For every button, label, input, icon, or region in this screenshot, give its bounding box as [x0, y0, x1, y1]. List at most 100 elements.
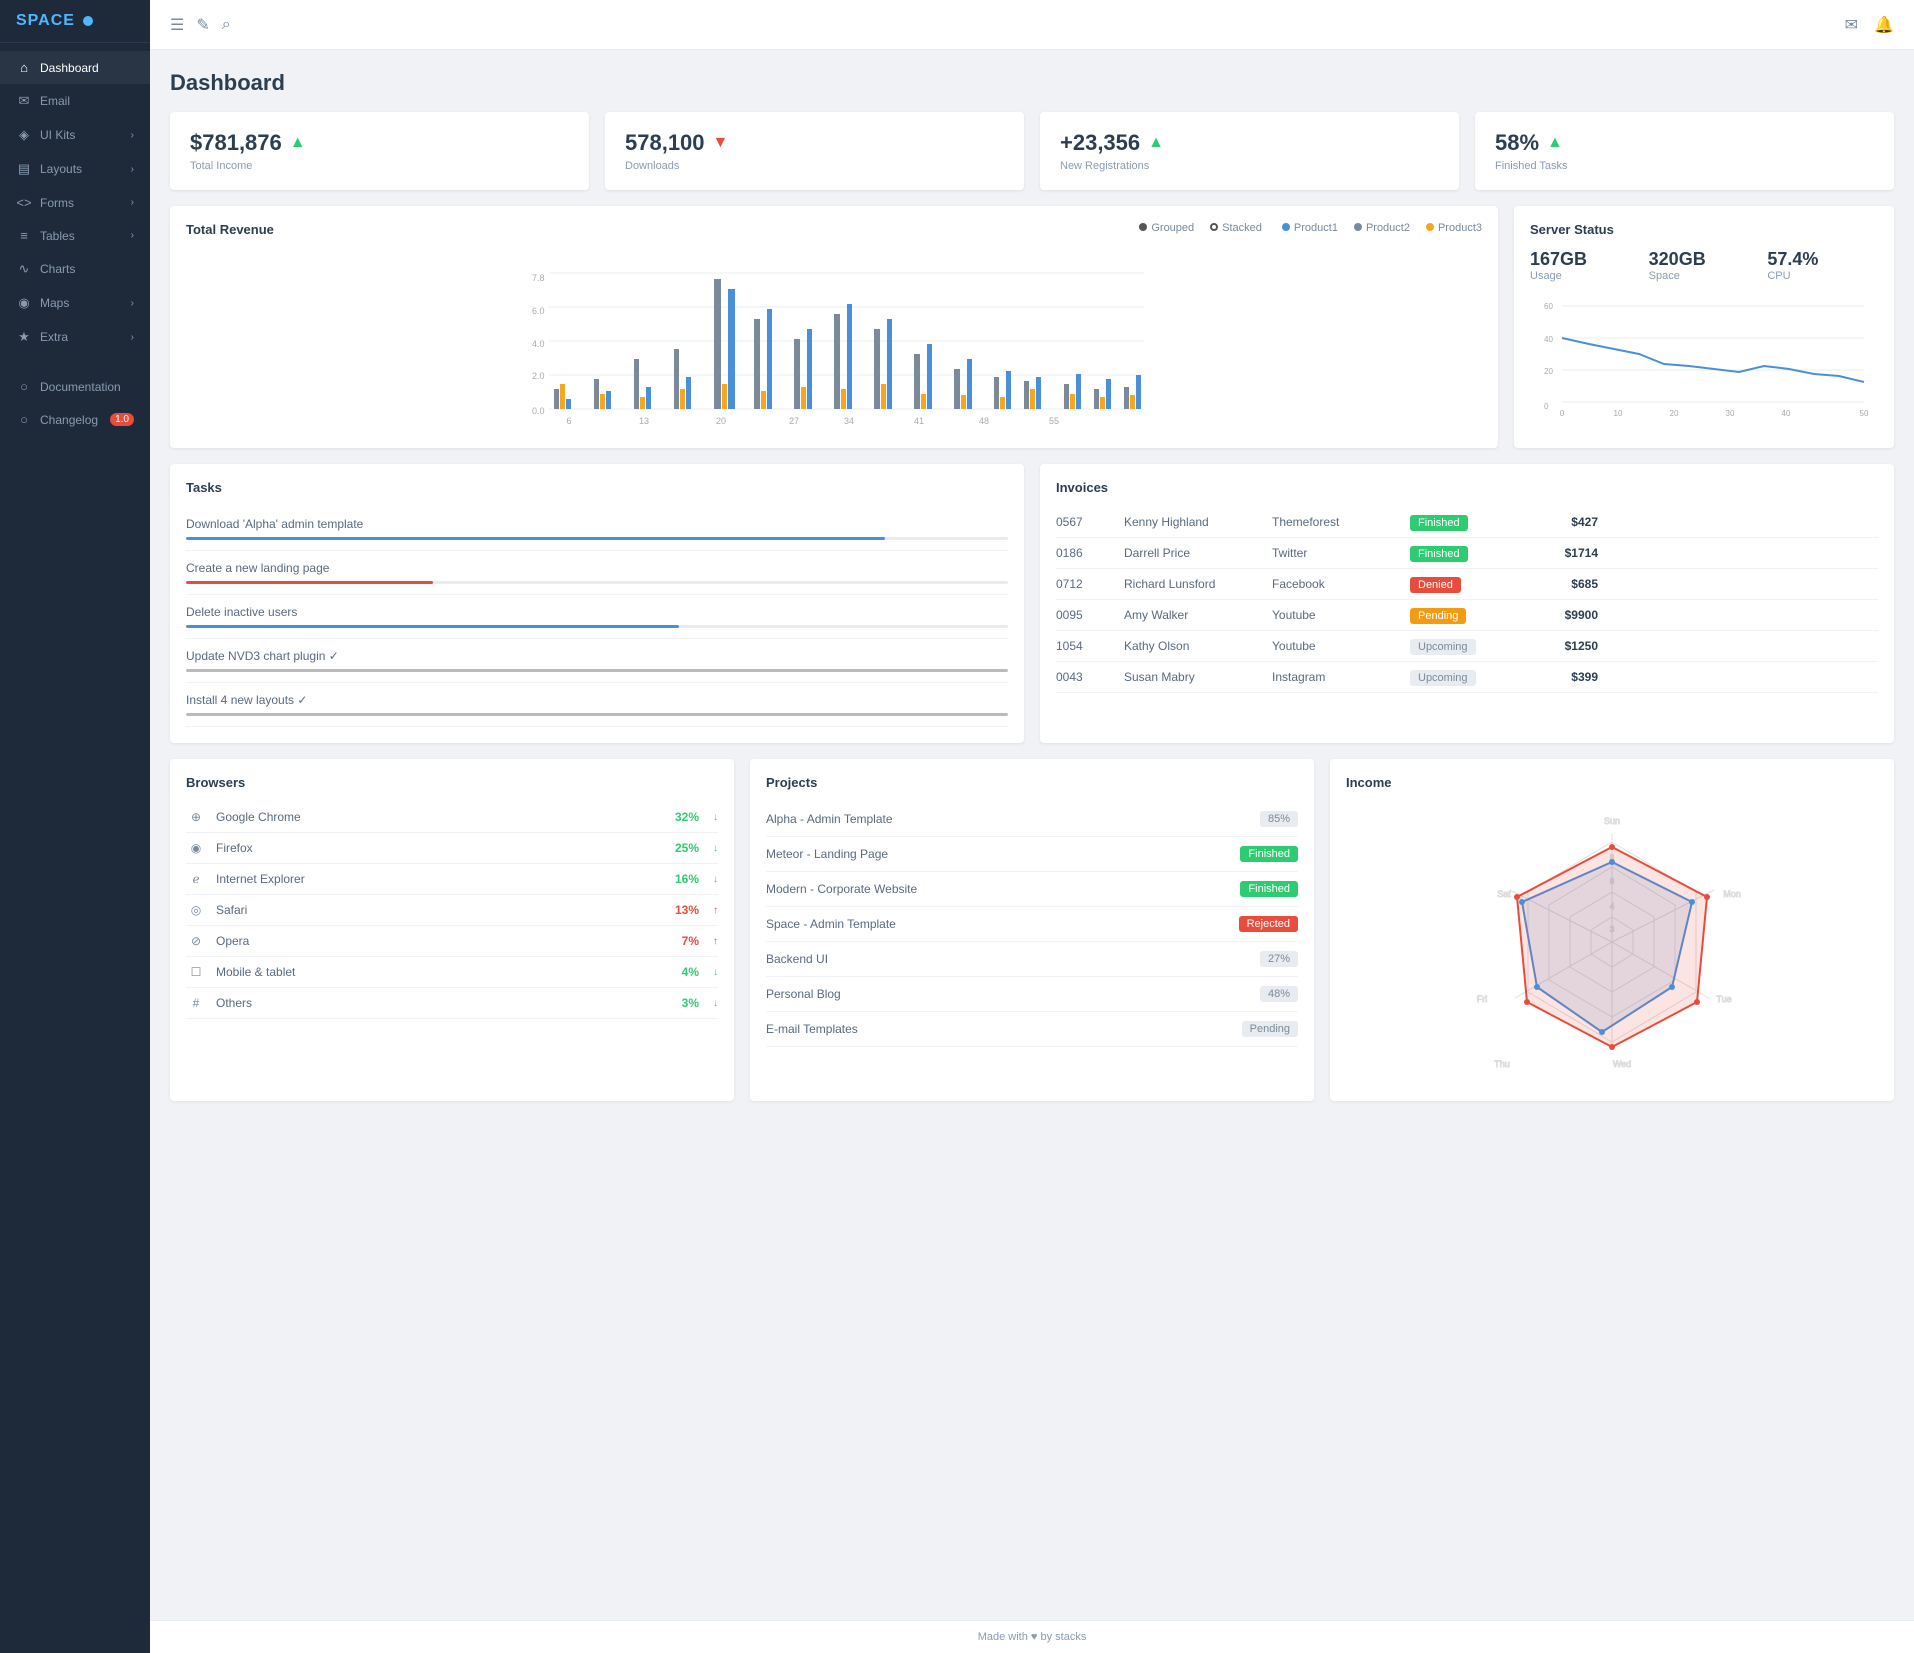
mail-icon[interactable]: ✉: [1845, 15, 1858, 35]
task-name: Delete inactive users: [186, 605, 1008, 619]
revenue-chart: 0.0 2.0 4.0 6.0 7.8: [186, 259, 1482, 429]
stat-label: Finished Tasks: [1495, 160, 1874, 172]
projects-card: Projects Alpha - Admin Template 85% Mete…: [750, 759, 1314, 1101]
task-progress: [186, 713, 1008, 716]
stat-label: New Registrations: [1060, 160, 1439, 172]
server-stat-value: 57.4%: [1767, 249, 1878, 270]
invoice-id: 0043: [1056, 670, 1116, 684]
invoice-row: 0567 Kenny Highland Themeforest Finished…: [1056, 507, 1878, 538]
trend-up-icon: ▲: [1547, 134, 1563, 152]
sidebar-item-tables[interactable]: ≡ Tables ›: [0, 219, 150, 252]
edit-icon[interactable]: ✎: [196, 15, 209, 35]
invoice-name: Susan Mabry: [1124, 670, 1264, 684]
sidebar-logo: SPACE: [0, 0, 150, 43]
sidebar-item-label: Forms: [40, 196, 74, 210]
status-badge: Pending: [1410, 608, 1466, 624]
browser-item: ⊕ Google Chrome 32% ↓: [186, 802, 718, 833]
sidebar-item-label: Email: [40, 94, 70, 108]
status-badge: Finished: [1410, 546, 1468, 562]
svg-text:20: 20: [716, 416, 726, 426]
email-icon: ✉: [16, 93, 32, 109]
stat-card-income: $781,876 ▲ Total Income: [170, 112, 589, 190]
browser-pct: 7%: [682, 934, 699, 948]
sidebar-item-charts[interactable]: ∿ Charts: [0, 252, 150, 286]
footer-text: Made with ♥ by stacks: [978, 1631, 1087, 1643]
bell-icon[interactable]: 🔔: [1874, 15, 1894, 35]
sidebar-item-email[interactable]: ✉ Email: [0, 84, 150, 118]
forms-icon: <>: [16, 195, 32, 210]
invoice-name: Kenny Highland: [1124, 515, 1264, 529]
invoices-card: Invoices 0567 Kenny Highland Themeforest…: [1040, 464, 1894, 743]
stat-value: 578,100 ▼: [625, 130, 1004, 156]
project-name: Meteor - Landing Page: [766, 847, 1232, 861]
project-status: 48%: [1260, 986, 1298, 1002]
trend-down-icon: ↑: [713, 905, 718, 916]
trend-down-icon: ↑: [713, 936, 718, 947]
svg-text:Thu: Thu: [1494, 1059, 1510, 1069]
invoice-name: Amy Walker: [1124, 608, 1264, 622]
server-status-card: Server Status 167GB Usage 320GB Space 57…: [1514, 206, 1894, 448]
sidebar-item-forms[interactable]: <> Forms ›: [0, 186, 150, 219]
logo-text: SPACE: [16, 12, 75, 30]
trend-up-icon: ↓: [713, 874, 718, 885]
invoice-amount: $1250: [1518, 639, 1598, 653]
task-bar: [186, 669, 1008, 672]
browser-name: Mobile & tablet: [216, 965, 672, 979]
charts-row: Total Revenue Grouped Stacked Product1 P…: [170, 206, 1894, 448]
project-name: Modern - Corporate Website: [766, 882, 1232, 896]
invoice-company: Instagram: [1272, 670, 1402, 684]
stat-value: 58% ▲: [1495, 130, 1874, 156]
browsers-title: Browsers: [186, 775, 718, 790]
stat-value: +23,356 ▲: [1060, 130, 1439, 156]
sidebar-item-label: Extra: [40, 330, 68, 344]
task-item: Install 4 new layouts ✓: [186, 683, 1008, 727]
main-content: ☰ ✎ ⌕ ✉ 🔔 Dashboard $781,876 ▲ Total Inc…: [150, 0, 1914, 1653]
sidebar-item-maps[interactable]: ◉ Maps ›: [0, 286, 150, 320]
invoice-amount: $1714: [1518, 546, 1598, 560]
server-stat-cpu: 57.4% CPU: [1767, 249, 1878, 282]
sidebar-item-uikits[interactable]: ◈ UI Kits ›: [0, 118, 150, 152]
server-status-title: Server Status: [1530, 222, 1878, 237]
search-icon[interactable]: ⌕: [222, 16, 231, 34]
invoice-row: 0043 Susan Mabry Instagram Upcoming $399: [1056, 662, 1878, 693]
invoice-amount: $427: [1518, 515, 1598, 529]
maps-icon: ◉: [16, 295, 32, 311]
browsers-card: Browsers ⊕ Google Chrome 32% ↓ ◉ Firefox…: [170, 759, 734, 1101]
ie-icon: ℯ: [186, 872, 206, 886]
layouts-icon: ▤: [16, 161, 32, 177]
svg-text:Sun: Sun: [1604, 816, 1620, 826]
menu-icon[interactable]: ☰: [170, 15, 184, 35]
stat-label: Downloads: [625, 160, 1004, 172]
svg-text:55: 55: [1049, 416, 1059, 426]
chevron-icon: ›: [131, 332, 134, 343]
trend-down-icon: ▼: [713, 134, 729, 152]
project-item: Personal Blog 48%: [766, 977, 1298, 1012]
invoice-table: 0567 Kenny Highland Themeforest Finished…: [1056, 507, 1878, 693]
sidebar-item-dashboard[interactable]: ⌂ Dashboard: [0, 51, 150, 84]
topbar: ☰ ✎ ⌕ ✉ 🔔: [150, 0, 1914, 50]
tasks-title: Tasks: [186, 480, 1008, 495]
task-progress: [186, 669, 1008, 672]
tasks-card: Tasks Download 'Alpha' admin template Cr…: [170, 464, 1024, 743]
task-name: Update NVD3 chart plugin ✓: [186, 649, 1008, 663]
browser-list: ⊕ Google Chrome 32% ↓ ◉ Firefox 25% ↓ ℯ …: [186, 802, 718, 1019]
browser-item: ◉ Firefox 25% ↓: [186, 833, 718, 864]
task-progress: [186, 625, 679, 628]
sidebar-item-documentation[interactable]: ○ Documentation: [0, 370, 150, 403]
invoice-id: 0186: [1056, 546, 1116, 560]
task-progress: [186, 581, 433, 584]
chart-legend: Grouped Stacked: [1139, 222, 1262, 234]
browser-item: ☐ Mobile & tablet 4% ↓: [186, 957, 718, 988]
task-bar: [186, 713, 1008, 716]
invoice-company: Youtube: [1272, 608, 1402, 622]
task-item: Create a new landing page: [186, 551, 1008, 595]
sidebar-item-label: Dashboard: [40, 61, 99, 75]
sidebar-item-layouts[interactable]: ▤ Layouts ›: [0, 152, 150, 186]
browser-item: # Others 3% ↓: [186, 988, 718, 1019]
project-item: Alpha - Admin Template 85%: [766, 802, 1298, 837]
svg-text:4.0: 4.0: [532, 339, 545, 349]
stat-card-tasks: 58% ▲ Finished Tasks: [1475, 112, 1894, 190]
sidebar-item-changelog[interactable]: ○ Changelog 1.0: [0, 403, 150, 436]
sidebar-item-extra[interactable]: ★ Extra ›: [0, 320, 150, 354]
svg-text:50: 50: [1860, 409, 1869, 418]
